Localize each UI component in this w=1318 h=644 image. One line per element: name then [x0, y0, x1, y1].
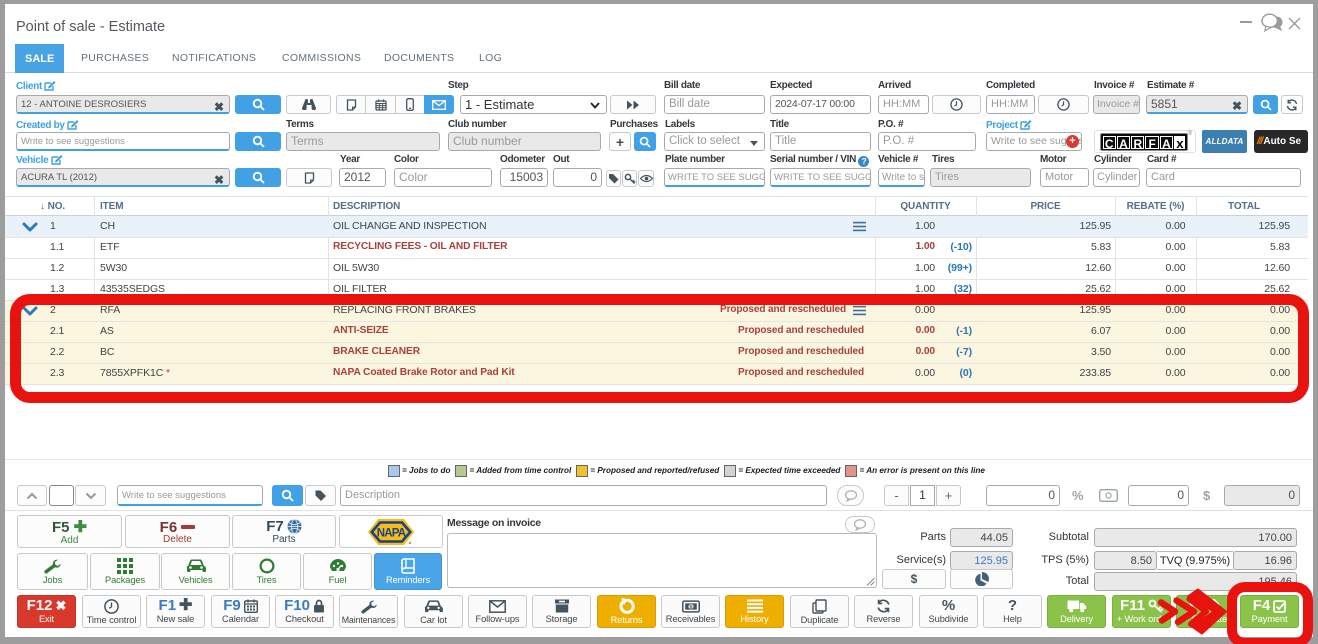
svg-text:NAPA: NAPA: [377, 527, 406, 539]
